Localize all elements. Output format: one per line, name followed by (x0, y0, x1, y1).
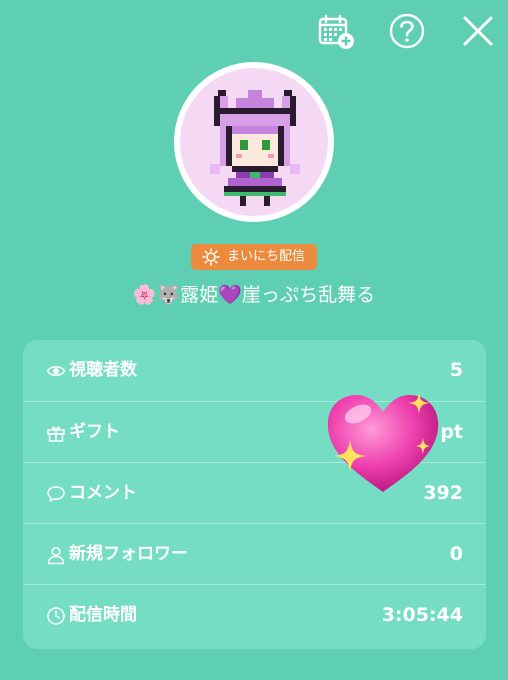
avatar[interactable] (174, 62, 334, 222)
comment-icon (46, 484, 66, 504)
stat-label: ギフト (69, 422, 120, 442)
close-icon[interactable] (459, 12, 497, 50)
stat-label: 視聴者数 (69, 360, 137, 380)
help-icon[interactable] (388, 12, 426, 50)
stat-value: 0 (449, 543, 463, 565)
stat-value: 3:05:44 (381, 604, 463, 626)
gift-icon (46, 423, 66, 443)
top-toolbar (0, 0, 508, 60)
badge-label: まいにち配信 (227, 249, 306, 264)
person-icon (46, 545, 66, 565)
sun-icon (202, 248, 220, 266)
streamer-name: 🌸🐺露姫💜崖っぷち乱舞る (132, 284, 376, 306)
avatar-image (180, 68, 328, 216)
stat-label: コメント (69, 483, 137, 503)
stat-row-duration: 配信時間 3:05:44 (23, 584, 486, 646)
clock-icon (46, 606, 66, 626)
stat-value: 5 (449, 359, 463, 381)
daily-stream-badge: まいにち配信 (191, 244, 317, 270)
stat-label: 配信時間 (69, 605, 137, 625)
sparkling-heart-icon (322, 388, 444, 496)
stat-label: 新規フォロワー (69, 544, 188, 564)
eye-icon (46, 361, 66, 381)
calendar-add-icon[interactable] (317, 12, 355, 50)
stat-row-followers: 新規フォロワー 0 (23, 523, 486, 585)
